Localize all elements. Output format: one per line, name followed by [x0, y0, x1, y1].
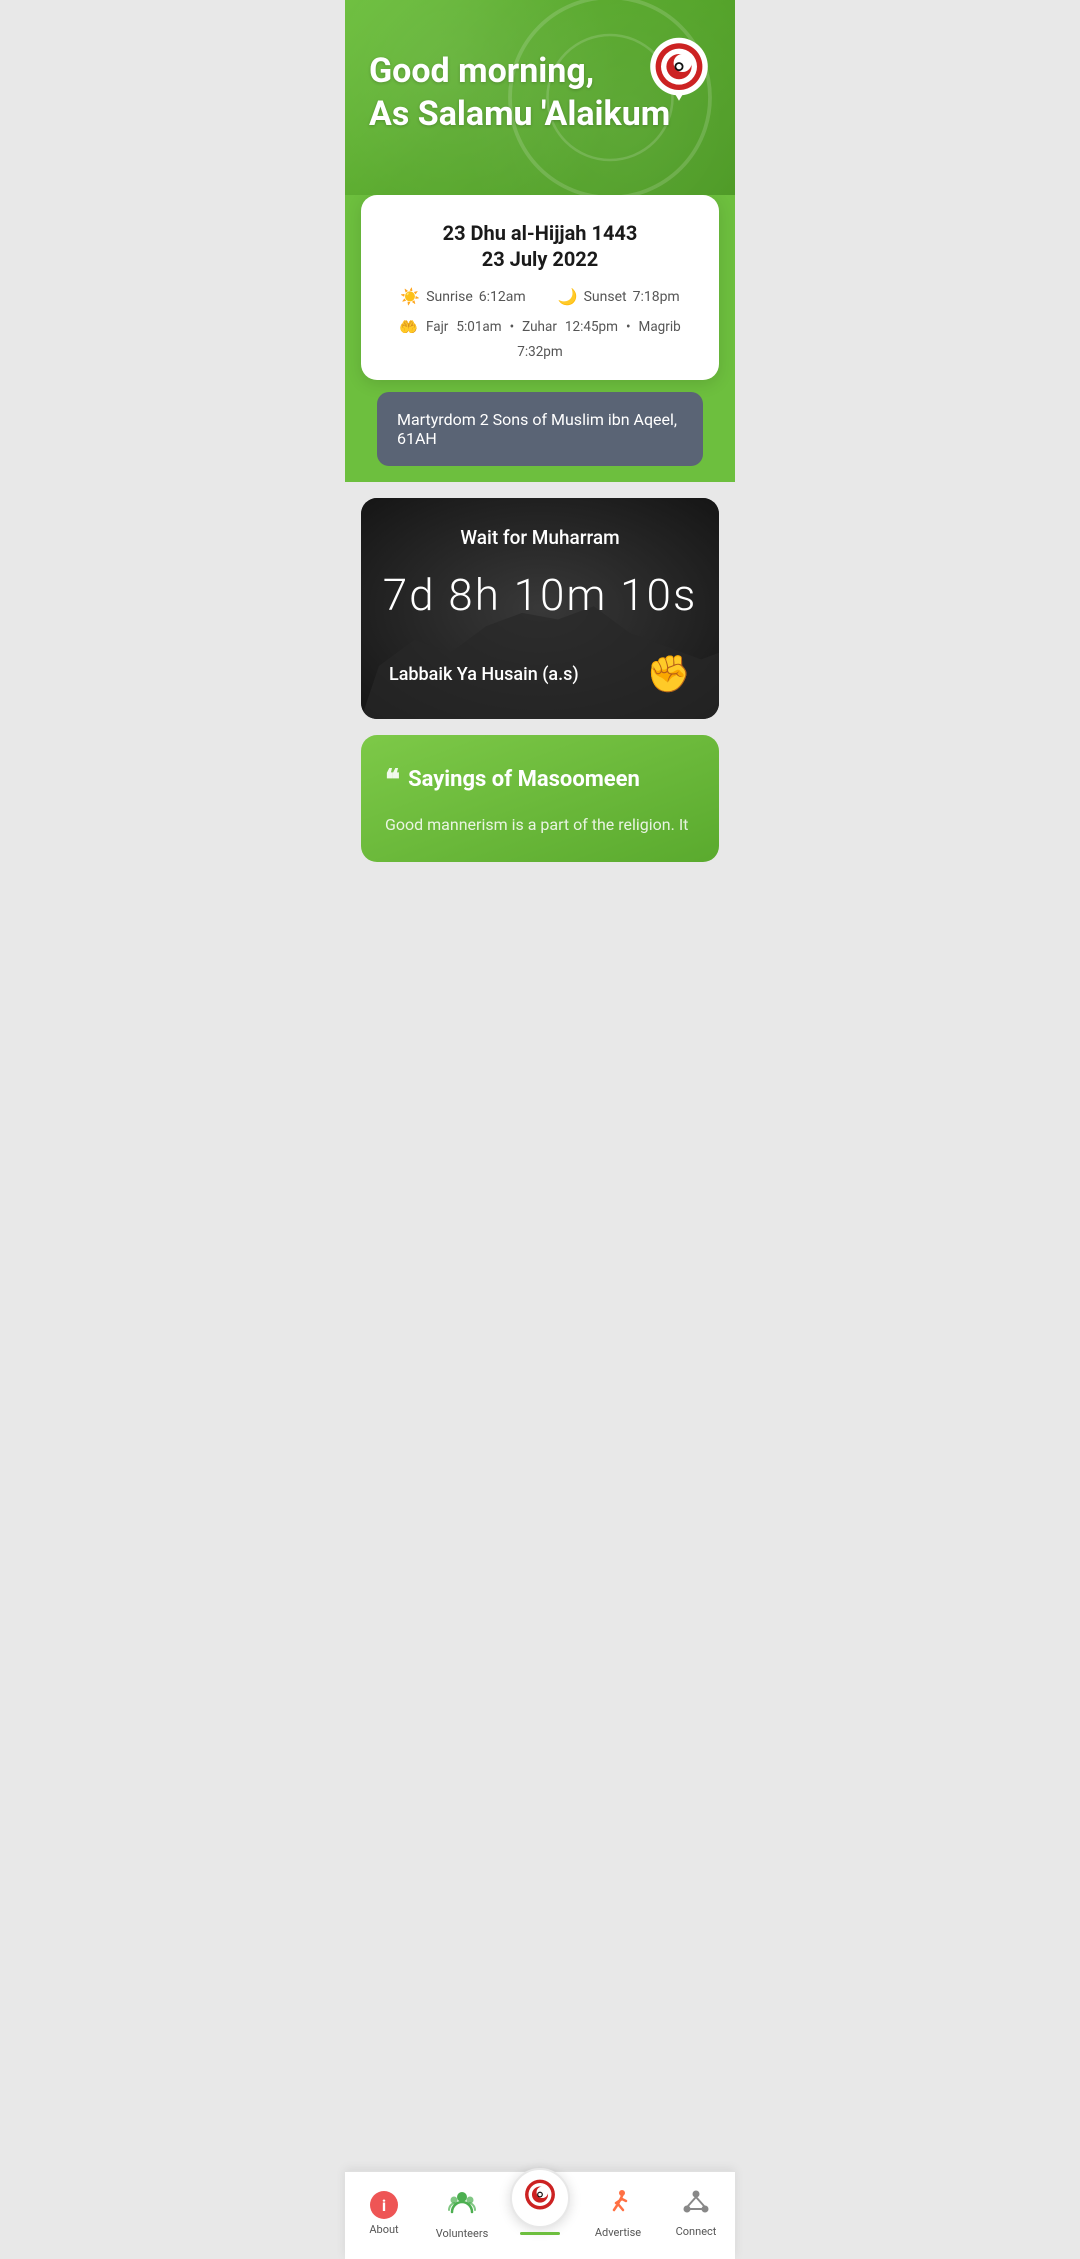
sun-times-row: ☀️ Sunrise 6:12am 🌙 Sunset 7:18pm [377, 287, 703, 306]
magrib-time: 7:32pm [517, 344, 562, 360]
fajr-label: Fajr [426, 319, 448, 335]
prayer-times-row: 🤲 Fajr 5:01am • Zuhar 12:45pm • Magrib 7… [377, 318, 703, 360]
magrib-label: Magrib [639, 319, 681, 335]
fajr-time: 5:01am [456, 319, 501, 335]
prayer-icon: 🤲 [399, 318, 418, 336]
greeting-line2: As Salamu 'Alaikum [369, 94, 670, 134]
nav-item-advertise[interactable]: Advertise [579, 2188, 657, 2239]
about-icon: i [370, 2191, 398, 2219]
countdown-timer: 7d 8h 10m 10s [381, 569, 699, 621]
greeting-line1: Good morning, [369, 51, 594, 91]
gregorian-date: 23 July 2022 [377, 247, 703, 271]
sunset-label: Sunset [584, 289, 627, 305]
app-logo[interactable] [643, 36, 715, 108]
fist-icon: ✊ [646, 653, 691, 695]
main-content: Wait for Muharram 7d 8h 10m 10s Labbaik … [345, 482, 735, 962]
sunset-time: 7:18pm [633, 289, 680, 305]
volunteers-label: Volunteers [436, 2227, 489, 2240]
countdown-title: Wait for Muharram [381, 526, 699, 549]
volunteers-icon [448, 2188, 476, 2223]
sayings-title: ❝ Sayings of Masoomeen [385, 763, 695, 796]
islamic-date: 23 Dhu al-Hijjah 1443 [377, 219, 703, 247]
connect-label: Connect [676, 2225, 717, 2238]
zuhar-label: Zuhar [522, 319, 557, 335]
sayings-card: ❝ Sayings of Masoomeen Good mannerism is… [361, 735, 719, 862]
sayings-title-text: Sayings of Masoomeen [408, 767, 640, 792]
sunset-icon: 🌙 [558, 287, 578, 306]
event-banner-text: Martyrdom 2 Sons of Muslim ibn Aqeel, 61… [397, 410, 677, 448]
countdown-slogan: Labbaik Ya Husain (a.s) [389, 664, 579, 685]
dot-1: • [510, 319, 515, 335]
nav-item-volunteers[interactable]: Volunteers [423, 2188, 501, 2240]
quote-mark-icon: ❝ [385, 763, 400, 796]
date-card: 23 Dhu al-Hijjah 1443 23 July 2022 ☀️ Su… [361, 195, 719, 380]
sunset-item: 🌙 Sunset 7:18pm [558, 287, 680, 306]
advertise-label: Advertise [595, 2226, 641, 2239]
sunrise-label: Sunrise [426, 289, 473, 305]
sunrise-time: 6:12am [479, 289, 526, 305]
date-section-wrapper: 23 Dhu al-Hijjah 1443 23 July 2022 ☀️ Su… [345, 195, 735, 482]
nav-center-active-bar [520, 2232, 560, 2235]
nav-item-connect[interactable]: Connect [657, 2189, 735, 2238]
event-banner: Martyrdom 2 Sons of Muslim ibn Aqeel, 61… [377, 392, 703, 466]
sunrise-icon: ☀️ [400, 287, 420, 306]
sayings-text: Good mannerism is a part of the religion… [385, 812, 695, 838]
connect-icon [683, 2189, 709, 2221]
home-logo [510, 2168, 570, 2228]
sunrise-item: ☀️ Sunrise 6:12am [400, 287, 525, 306]
nav-item-home[interactable] [501, 2168, 579, 2235]
countdown-footer: Labbaik Ya Husain (a.s) ✊ [381, 653, 699, 695]
advertise-icon [604, 2188, 632, 2222]
hero-section: Good morning, As Salamu 'Alaikum [345, 0, 735, 195]
countdown-card: Wait for Muharram 7d 8h 10m 10s Labbaik … [361, 498, 719, 719]
about-label: About [369, 2223, 398, 2236]
bottom-nav: i About Volunteers [345, 2171, 735, 2259]
nav-item-about[interactable]: i About [345, 2191, 423, 2236]
dot-2: • [626, 319, 631, 335]
zuhar-time: 12:45pm [565, 319, 618, 335]
countdown-content: Wait for Muharram 7d 8h 10m 10s Labbaik … [381, 526, 699, 695]
